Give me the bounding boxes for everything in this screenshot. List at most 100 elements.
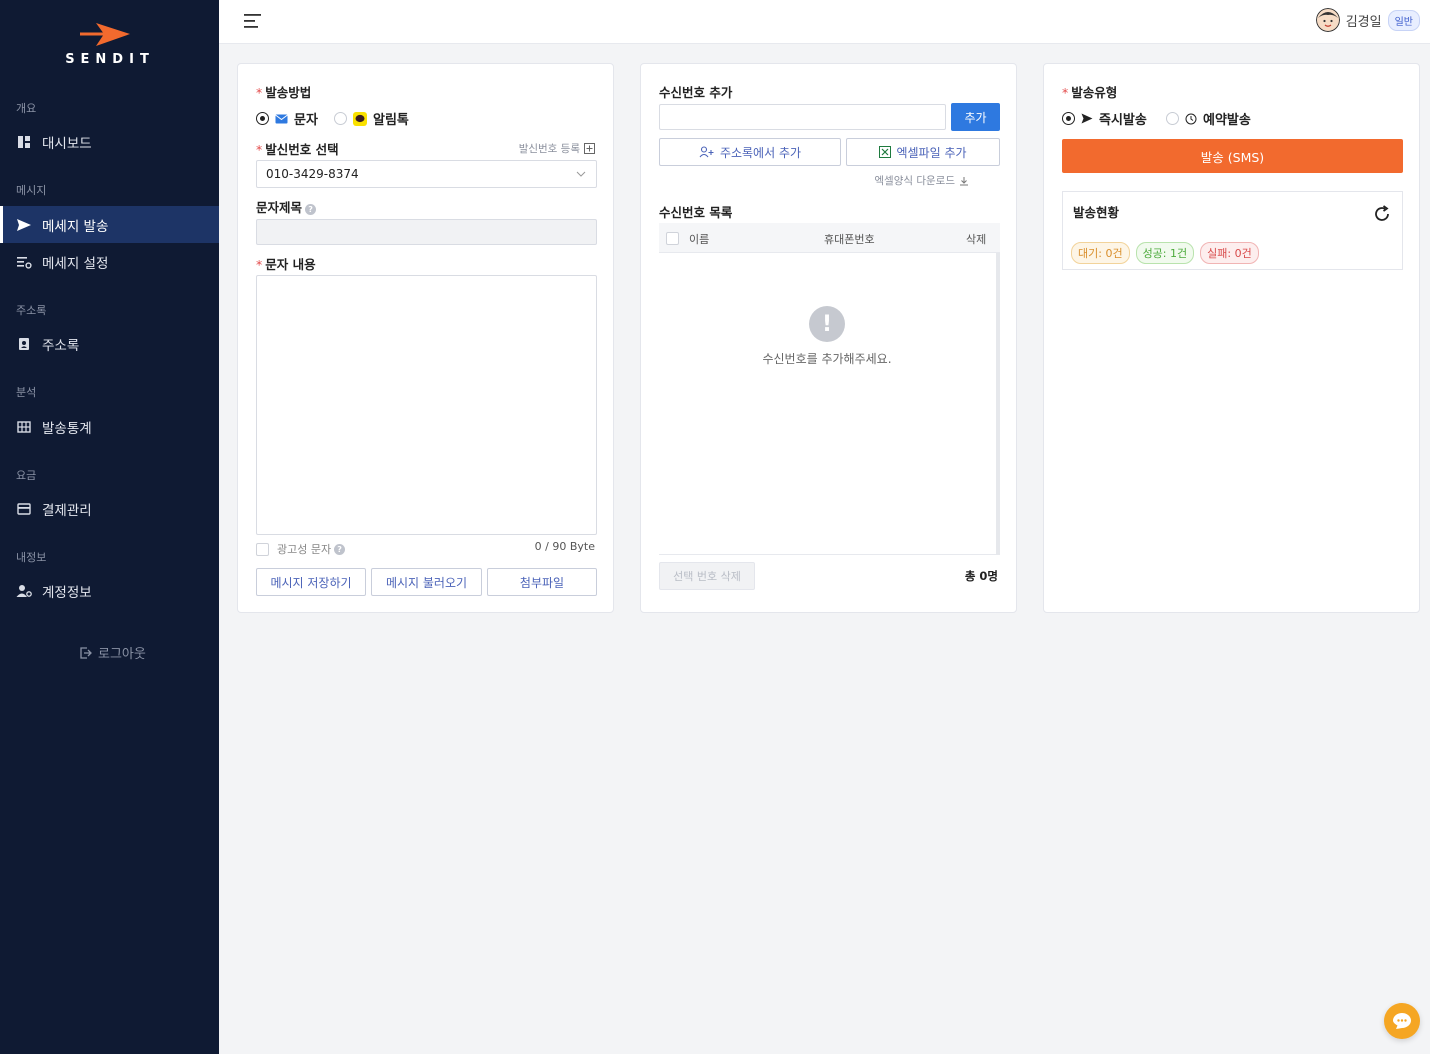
user-settings-icon: [16, 583, 32, 599]
send-icon: [16, 217, 32, 233]
body-label: * 문자 내용: [256, 257, 316, 272]
sidebar-item-send-message[interactable]: 메세지 발송: [0, 206, 219, 243]
method-sms-option[interactable]: 문자: [256, 109, 318, 128]
add-from-excel-button[interactable]: 엑셀파일 추가: [846, 138, 1000, 166]
nav-section-overview: 개요: [16, 102, 37, 115]
sidebar-item-dashboard[interactable]: 대시보드: [0, 123, 219, 160]
top-header: 김경일 일반: [219, 0, 1430, 44]
recipient-table-header: 이름 휴대폰번호 삭제: [659, 223, 1000, 253]
download-icon: [960, 176, 968, 185]
user-plus-icon: [699, 146, 714, 158]
select-all-checkbox[interactable]: [666, 232, 679, 245]
sender-number-value: 010-3429-8374: [266, 167, 359, 181]
ad-message-checkbox[interactable]: [256, 542, 269, 556]
sender-register-link[interactable]: 발신번호 등록: [519, 141, 595, 156]
subject-label: 문자제목?: [256, 197, 317, 216]
recipient-number-input[interactable]: [659, 104, 946, 130]
send-now-option[interactable]: 즉시발송: [1062, 109, 1147, 128]
send-status-panel: 발송현황 대기: 0건 성공: 1건 실패: 0건: [1062, 191, 1403, 270]
sidebar-item-label: 주소록: [42, 337, 80, 354]
menu-toggle-icon[interactable]: [243, 12, 263, 30]
col-phone-header: 휴대폰번호: [824, 233, 875, 246]
col-name-header: 이름: [689, 233, 710, 246]
kakao-icon: [353, 111, 367, 126]
recipient-list-label: 수신번호 목록: [659, 205, 733, 220]
method-kakao-label: 알림톡: [373, 113, 409, 128]
sidebar-item-label: 대시보드: [42, 135, 92, 152]
send-card: * 발송유형 즉시발송 예약발송 발송 (SMS) 발송현황 대기: 0건 성공:…: [1043, 63, 1420, 613]
chat-support-button[interactable]: [1384, 1003, 1420, 1039]
help-icon[interactable]: ?: [305, 204, 317, 215]
load-message-button[interactable]: 메시지 불러오기: [371, 568, 482, 596]
excel-template-download-link[interactable]: 엑셀양식 다운로드: [874, 173, 969, 188]
method-sms-label: 문자: [294, 113, 318, 128]
table-scrollbar[interactable]: [996, 253, 1000, 555]
message-settings-icon: [16, 254, 32, 270]
sidebar-item-label: 메세지 설정: [42, 255, 109, 272]
recipients-card: 수신번호 추가 추가 주소록에서 추가 엑셀파일 추가 엑셀양식 다운로드 수신…: [640, 63, 1017, 613]
empty-state-text: 수신번호를 추가해주세요.: [762, 352, 892, 366]
logout-button[interactable]: 로그아웃: [78, 643, 146, 662]
method-kakao-radio[interactable]: [334, 112, 347, 125]
sidebar-item-send-stats[interactable]: 발송통계: [0, 408, 219, 445]
ad-message-option[interactable]: 광고성 문자 ?: [256, 541, 346, 557]
recipient-total-count: 총 0명: [964, 569, 998, 583]
help-icon[interactable]: ?: [334, 543, 346, 555]
subject-input[interactable]: [256, 219, 597, 245]
sidebar-item-message-settings[interactable]: 메세지 설정: [0, 243, 219, 280]
add-from-address-book-label: 주소록에서 추가: [719, 145, 802, 160]
user-menu[interactable]: 김경일 일반: [1315, 8, 1420, 32]
col-delete-header: 삭제: [966, 233, 987, 246]
sidebar-item-label: 발송통계: [42, 420, 92, 437]
logo-text: SENDIT: [65, 52, 155, 67]
address-book-icon: [16, 336, 32, 352]
delete-selected-button[interactable]: 선택 번호 삭제: [659, 562, 755, 590]
method-sms-radio[interactable]: [256, 112, 269, 125]
status-wait-tag: 대기: 0건: [1071, 242, 1130, 264]
add-from-address-book-button[interactable]: 주소록에서 추가: [659, 138, 841, 166]
sender-number-select[interactable]: 010-3429-8374: [256, 160, 597, 188]
chevron-down-icon: [576, 171, 586, 177]
logout-icon: [80, 646, 92, 659]
table-icon: [16, 419, 32, 435]
send-icon: [1081, 113, 1093, 124]
envelope-icon: [275, 114, 288, 123]
send-type-label: * 발송유형: [1062, 85, 1118, 100]
sendit-logo[interactable]: SENDIT: [62, 20, 158, 68]
exclamation-icon: !: [809, 306, 845, 342]
excel-template-label: 엑셀양식 다운로드: [874, 175, 955, 187]
send-reserve-option[interactable]: 예약발송: [1166, 109, 1251, 128]
nav-section-address: 주소록: [16, 304, 47, 317]
sidebar-item-payment[interactable]: 결제관리: [0, 490, 219, 527]
add-recipient-label: 수신번호 추가: [659, 85, 733, 100]
save-message-button[interactable]: 메시지 저장하기: [256, 568, 366, 596]
method-kakao-option[interactable]: 알림톡: [334, 109, 409, 128]
status-success-tag: 성공: 1건: [1135, 242, 1195, 264]
sidebar-item-account[interactable]: 계정정보: [0, 572, 219, 609]
nav-section-message: 메시지: [16, 184, 47, 197]
send-sms-button[interactable]: 발송 (SMS): [1062, 139, 1403, 173]
nav-section-analysis: 분석: [16, 386, 37, 399]
sidebar-item-label: 결제관리: [42, 502, 92, 519]
attach-file-button[interactable]: 첨부파일: [487, 568, 597, 596]
message-body-textarea[interactable]: [256, 275, 597, 535]
add-box-icon: [584, 143, 595, 154]
add-recipient-button[interactable]: 추가: [951, 103, 1000, 131]
sidebar: SENDIT 개요 대시보드 메시지 메세지 발송 메세지 설정 주소록 주소록…: [0, 0, 219, 1054]
status-fail-tag: 실패: 0건: [1200, 242, 1259, 264]
compose-card: * 발송방법 문자 알림톡 * 발신번호 선택 발신번호 등록 010-3429-8…: [237, 63, 614, 613]
credit-card-icon: [16, 501, 32, 517]
sidebar-item-label: 계정정보: [42, 584, 92, 601]
chat-icon: [1393, 1013, 1411, 1029]
send-reserve-radio[interactable]: [1166, 112, 1179, 125]
status-tags: 대기: 0건 성공: 1건 실패: 0건: [1071, 242, 1259, 264]
refresh-icon[interactable]: [1372, 204, 1392, 224]
sidebar-item-address-book[interactable]: 주소록: [0, 325, 219, 362]
nav-section-billing: 요금: [16, 469, 37, 482]
ad-message-label: 광고성 문자: [277, 543, 332, 556]
send-now-label: 즉시발송: [1099, 113, 1147, 128]
byte-counter: 0 / 90 Byte: [534, 540, 595, 553]
dashboard-icon: [16, 134, 32, 150]
sender-register-label: 발신번호 등록: [518, 143, 580, 155]
send-now-radio[interactable]: [1062, 112, 1075, 125]
